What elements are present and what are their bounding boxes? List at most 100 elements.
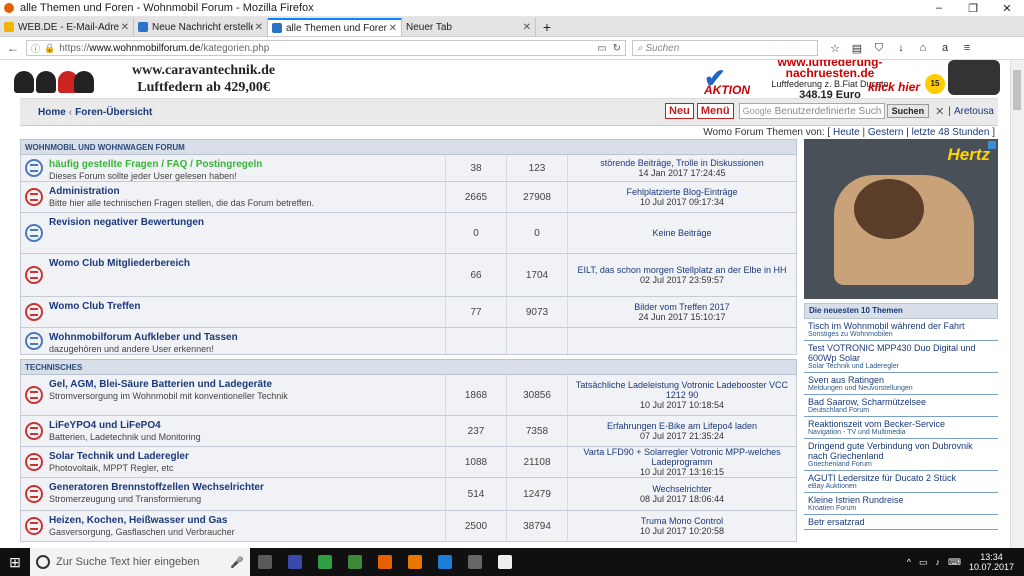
tab-webde[interactable]: WEB.DE - E-Mail-Adresse ko✕ <box>0 18 134 36</box>
taskbar-app-9[interactable] <box>490 548 520 576</box>
info-icon[interactable]: ⓘ <box>31 42 40 55</box>
forum-name-link[interactable]: Generatoren Brennstoffzellen Wechselrich… <box>49 482 443 493</box>
last-post-title-link[interactable]: Truma Mono Control <box>572 516 792 526</box>
url-bar[interactable]: ⓘ 🔒 https://www.wohnmobilforum.de/katego… <box>26 40 626 56</box>
newest-topic-item[interactable]: Tisch im Wohnmobil während der Fahrt Sons… <box>804 319 998 341</box>
download-icon[interactable]: ↓ <box>890 42 912 55</box>
gestern-link[interactable]: Gestern <box>868 127 904 138</box>
newest-topic-item[interactable]: Dringend gute Verbindung von Dubrovnik n… <box>804 439 998 471</box>
menu-icon[interactable]: ≡ <box>956 42 978 55</box>
close-icon[interactable]: ✕ <box>389 23 397 34</box>
bookmark-star-icon[interactable]: ☆ <box>824 42 846 55</box>
last-post-title-link[interactable]: Fehlplatzierte Blog-Einträge <box>572 187 792 197</box>
last-post-title-link[interactable]: Varta LFD90 + Solarregler Votronic MPP-w… <box>572 447 792 467</box>
keyboard-icon[interactable]: ⌨ <box>948 557 961 568</box>
tray-chevron-icon[interactable]: ^ <box>907 557 911 567</box>
page-scrollbar[interactable] <box>1010 60 1024 548</box>
close-icon[interactable]: ✕ <box>121 22 129 33</box>
forum-name-link[interactable]: Administration <box>49 186 443 197</box>
close-icon[interactable]: ✕ <box>523 22 531 33</box>
breadcrumb-home[interactable]: Home <box>38 107 66 118</box>
last-post-title-link[interactable]: störende Beiträge, Trolle in Diskussione… <box>572 158 792 168</box>
network-icon[interactable]: ▭ <box>919 557 928 568</box>
google-search-input[interactable]: Google Benutzerdefinierte Such <box>738 103 885 119</box>
newest-topic-title[interactable]: Reaktionszeit vom Becker-Service <box>808 419 994 429</box>
taskbar-app-4[interactable] <box>340 548 370 576</box>
taskbar-app-2[interactable] <box>280 548 310 576</box>
caravantechnik-ad[interactable]: www.caravantechnik.de Luftfedern ab 429,… <box>0 62 300 96</box>
reader-view-icon[interactable]: ▭ <box>597 43 606 54</box>
menu-button[interactable]: Menü <box>696 103 734 119</box>
newest-topic-category[interactable]: Griechenland Forum <box>808 461 994 468</box>
newest-topic-item[interactable]: Reaktionszeit vom Becker-Service Navigati… <box>804 417 998 439</box>
minimize-button[interactable]: ‒ <box>922 2 956 15</box>
newest-topic-title[interactable]: Tisch im Wohnmobil während der Fahrt <box>808 321 994 331</box>
newest-topic-item[interactable]: Sven aus Ratingen Meldungen und Neuvorste… <box>804 373 998 395</box>
tab-alle-themen[interactable]: alle Themen und Foren - Wc✕ <box>268 18 402 36</box>
windows-start-icon[interactable]: ⊞ <box>0 554 30 571</box>
newest-topic-item[interactable]: Betr ersatzrad <box>804 515 998 530</box>
forum-name-link[interactable]: Womo Club Mitgliederbereich <box>49 258 443 269</box>
close-icon[interactable]: ✕ <box>255 22 263 33</box>
back-icon[interactable]: ← <box>4 41 22 55</box>
forum-name-link[interactable]: Solar Technik und Laderegler <box>49 451 443 462</box>
close-icon[interactable]: ✕ <box>935 105 944 118</box>
forum-name-link[interactable]: Womo Club Treffen <box>49 301 443 312</box>
tab-neuer-tab[interactable]: Neuer Tab ✕ <box>402 18 536 36</box>
newest-topic-category[interactable]: Sonstiges zu Wohnmobilen <box>808 331 994 338</box>
suchen-button[interactable]: Suchen <box>886 104 930 118</box>
taskbar-app-3[interactable] <box>310 548 340 576</box>
pocket-icon[interactable]: ⛉ <box>868 42 890 55</box>
new-tab-button[interactable]: + <box>536 18 558 36</box>
newest-topic-title[interactable]: AGUTI Ledersitze für Ducato 2 Stück <box>808 473 994 483</box>
newest-topic-title[interactable]: Test VOTRONIC MPP430 Duo Digital und 600… <box>808 343 994 363</box>
reload-icon[interactable]: ↻ <box>613 43 621 54</box>
forum-name-link[interactable]: Revision negativer Bewertungen <box>49 217 443 228</box>
newest-topic-category[interactable]: Kroatien Forum <box>808 505 994 512</box>
restore-button[interactable]: ❐ <box>956 2 990 15</box>
forum-name-link[interactable]: häufig gestellte Fragen / FAQ / Postingr… <box>49 159 443 170</box>
user-link[interactable]: Aretousa <box>954 106 994 117</box>
newest-topic-category[interactable]: Deutschland Forum <box>808 407 994 414</box>
taskbar-app-8[interactable] <box>460 548 490 576</box>
last-post-title-link[interactable]: Bilder vom Treffen 2017 <box>572 302 792 312</box>
amazon-icon[interactable]: a <box>934 42 956 55</box>
tab-neue-nachricht[interactable]: Neue Nachricht erstellen - F✕ <box>134 18 268 36</box>
close-window-button[interactable]: ✕ <box>990 2 1024 15</box>
letzte-48-link[interactable]: letzte 48 Stunden <box>912 127 990 138</box>
newest-topic-category[interactable]: eBay Auktionen <box>808 483 994 490</box>
luftfederung-ad[interactable]: ✔ AKTION www.luftfederung-nachruesten.de… <box>704 60 1000 100</box>
newest-topic-title[interactable]: Bad Saarow, Scharmützelsee <box>808 397 994 407</box>
volume-icon[interactable]: ♪ <box>935 557 940 567</box>
taskbar-app-7[interactable] <box>430 548 460 576</box>
forum-name-link[interactable]: Gel, AGM, Blei-Säure Batterien und Ladeg… <box>49 379 443 390</box>
breadcrumb-current[interactable]: Foren-Übersicht <box>75 107 152 118</box>
home-icon[interactable]: ⌂ <box>912 42 934 55</box>
taskbar-app-5[interactable] <box>370 548 400 576</box>
newest-topic-title[interactable]: Betr ersatzrad <box>808 517 994 527</box>
newest-topic-title[interactable]: Kleine Istrien Rundreise <box>808 495 994 505</box>
newest-topic-title[interactable]: Sven aus Ratingen <box>808 375 994 385</box>
taskbar-app-6[interactable] <box>400 548 430 576</box>
hertz-ad[interactable]: Hertz <box>804 139 998 299</box>
newest-topic-item[interactable]: Test VOTRONIC MPP430 Duo Digital und 600… <box>804 341 998 373</box>
taskbar-app-1[interactable] <box>250 548 280 576</box>
library-icon[interactable]: ▤ <box>846 42 868 55</box>
scrollbar-thumb[interactable] <box>1013 70 1021 110</box>
newest-topic-category[interactable]: Meldungen und Neuvorstellungen <box>808 385 994 392</box>
last-post-title-link[interactable]: Keine Beiträge <box>572 228 792 238</box>
newest-topic-item[interactable]: Kleine Istrien Rundreise Kroatien Forum <box>804 493 998 515</box>
last-post-title-link[interactable]: Wechselrichter <box>572 484 792 494</box>
newest-topic-title[interactable]: Dringend gute Verbindung von Dubrovnik n… <box>808 441 994 461</box>
heute-link[interactable]: Heute <box>833 127 860 138</box>
clock[interactable]: 13:34 10.07.2017 <box>969 552 1014 572</box>
last-post-title-link[interactable]: Tatsächliche Ladeleistung Votronic Ladeb… <box>572 380 792 400</box>
newest-topic-item[interactable]: Bad Saarow, Scharmützelsee Deutschland Fo… <box>804 395 998 417</box>
microphone-icon[interactable]: 🎤 <box>230 556 244 569</box>
last-post-title-link[interactable]: Erfahrungen E-Bike am Lifepo4 laden <box>572 421 792 431</box>
neu-button[interactable]: Neu <box>665 103 694 119</box>
browser-search-input[interactable]: ⌕ Suchen <box>632 40 818 56</box>
newest-topic-item[interactable]: AGUTI Ledersitze für Ducato 2 Stück eBay … <box>804 471 998 493</box>
forum-name-link[interactable]: LiFeYPO4 und LiFePO4 <box>49 420 443 431</box>
adchoices-icon[interactable] <box>988 141 996 149</box>
